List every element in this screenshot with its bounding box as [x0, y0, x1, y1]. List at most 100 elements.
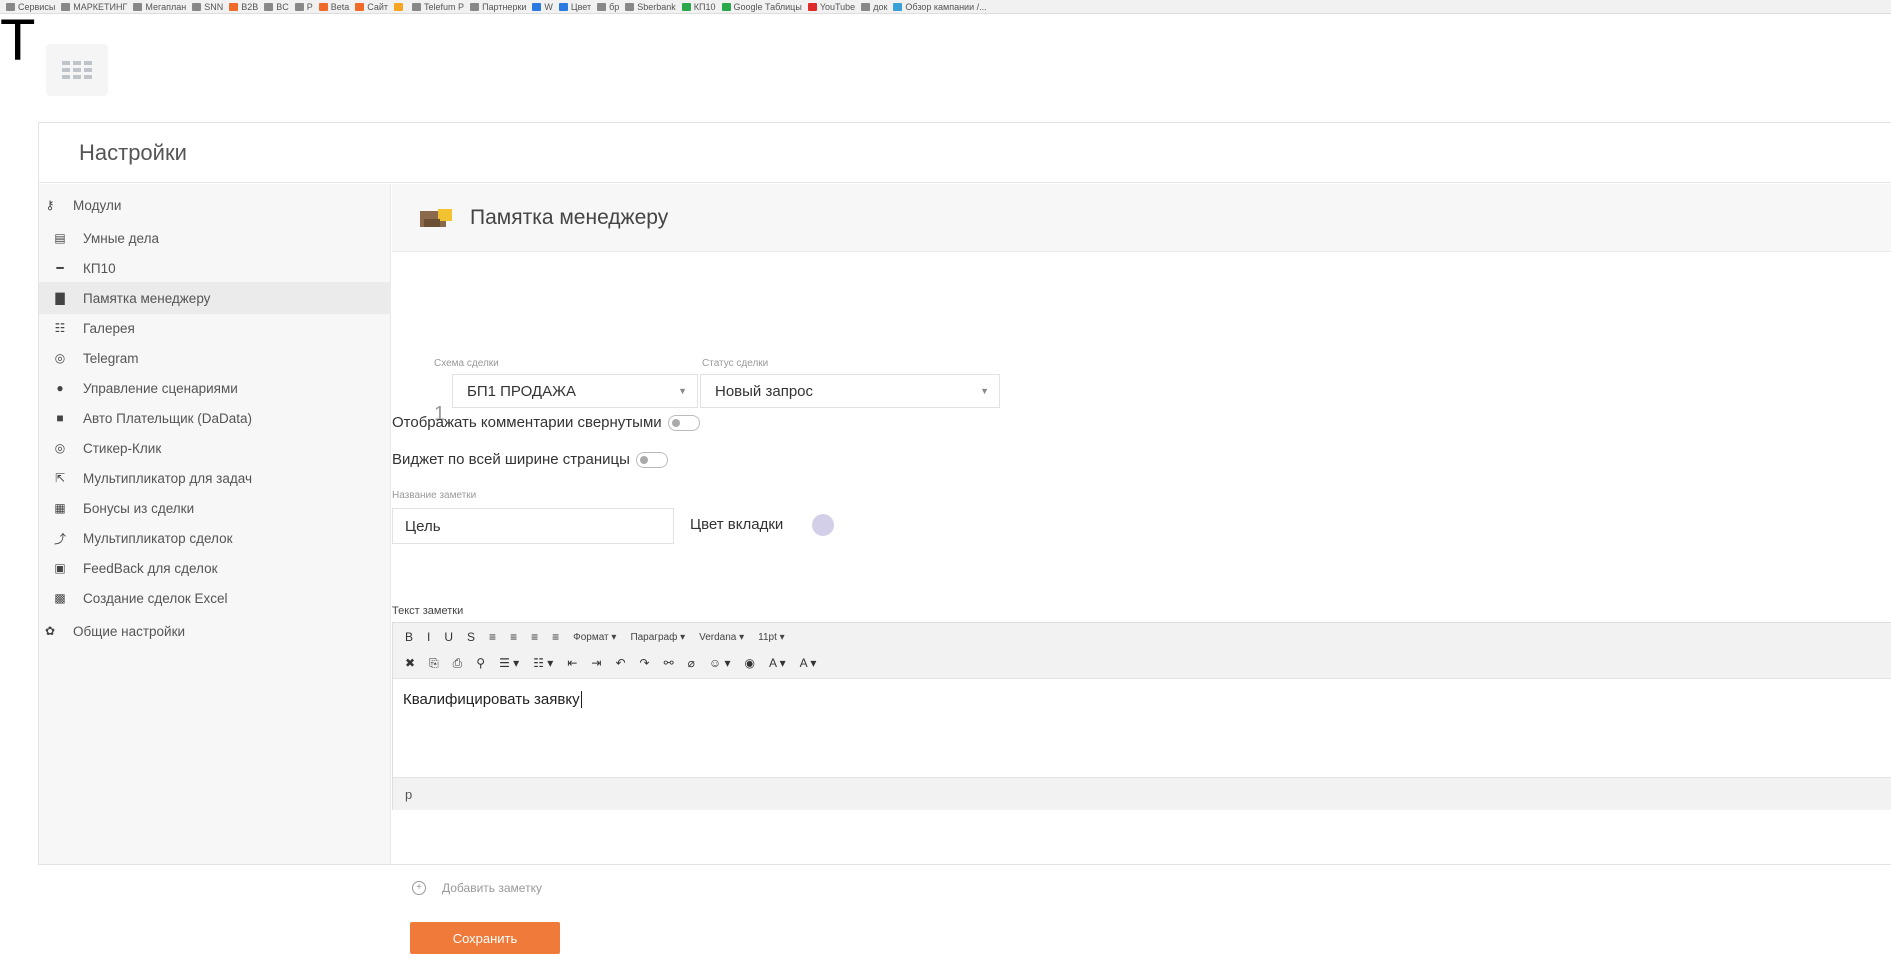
circle-icon: ● — [56, 381, 64, 395]
toolbar-button[interactable]: ⌀ — [688, 656, 695, 670]
sidebar-item-label: Памятка менеджеру — [83, 290, 211, 306]
bookmark-label: Мегаплан — [145, 2, 187, 12]
toolbar-button[interactable]: ≡ — [531, 630, 538, 644]
sidebar-item-label: КП10 — [83, 260, 116, 276]
sidebar-item-2[interactable]: ━ КП10 — [39, 252, 391, 284]
bookmark-item[interactable]: Beta — [318, 0, 349, 13]
bookmark-item[interactable]: Мегаплан — [133, 0, 187, 13]
toolbar-button[interactable]: ☰ ▾ — [499, 656, 519, 670]
sidebar-item-label: Создание сделок Excel — [83, 590, 228, 606]
bookmark-item[interactable]: Sberbank — [625, 0, 676, 13]
toolbar-button[interactable]: ✖ — [405, 656, 415, 670]
toggle-collapsed-row: Отображать комментарии свернутыми — [392, 414, 700, 431]
toolbar-button[interactable]: ⚯ — [664, 656, 674, 670]
bookmark-item[interactable]: Партнерки — [470, 0, 526, 13]
bookmark-item[interactable]: Telefum P — [412, 0, 464, 13]
bookmark-icon — [412, 3, 422, 11]
bookmark-item[interactable]: КП10 — [681, 0, 716, 13]
bookmark-item[interactable]: МАРКЕТИНГ — [61, 0, 127, 13]
bookmark-item[interactable]: YouTube — [807, 0, 855, 13]
bookmark-icon — [721, 3, 731, 11]
sidebar-item-6[interactable]: ● Управление сценариями — [39, 372, 391, 404]
sidebar-item-3[interactable]: ▇ Памятка менеджеру — [39, 282, 391, 314]
bookmark-item[interactable]: Сайт — [355, 0, 388, 13]
toolbar-button[interactable]: Формат ▾ — [573, 632, 616, 643]
toolbar-button[interactable]: B — [405, 630, 413, 644]
toolbar-button[interactable]: ◉ — [744, 656, 754, 670]
sidebar-item-label: Авто Плательщик (DaData) — [83, 410, 253, 426]
key-icon: ⚷ — [45, 198, 55, 212]
apps-grid-button[interactable] — [46, 44, 108, 96]
toggle-collapsed-label: Отображать комментарии свернутыми — [392, 414, 662, 431]
toggle-fullwidth-row: Виджет по всей ширине страницы — [392, 451, 668, 468]
toolbar-button[interactable]: ⎙ — [453, 656, 463, 671]
sidebar-item-8[interactable]: ◎ Стикер-Клик — [39, 432, 391, 464]
bookmark-item[interactable] — [394, 0, 406, 13]
bookmark-icon — [807, 3, 817, 11]
bookmark-item[interactable]: B2B — [229, 0, 258, 13]
toolbar-button[interactable]: ⇤ — [567, 656, 577, 670]
chevron-down-icon: ▼ — [678, 386, 687, 396]
sidebar-item-10[interactable]: ▦ Бонусы из сделки — [39, 492, 391, 524]
sidebar-item-12[interactable]: ▣ FeedBack для сделок — [39, 552, 391, 584]
toolbar-button[interactable]: I — [427, 630, 430, 644]
status-select[interactable]: Новый запрос ▼ — [700, 374, 1000, 408]
bookmark-item[interactable]: Google Таблицы — [721, 0, 802, 13]
bookmark-item[interactable]: SNN — [192, 0, 223, 13]
toolbar-button[interactable]: Verdana ▾ — [699, 632, 744, 643]
sidebar: ⚷ Модули ▤ Умные дела ━ КП10 ▇ Памятка менеджер… — [39, 184, 391, 864]
scheme-select[interactable]: БП1 ПРОДАЖА ▼ — [452, 374, 698, 408]
sidebar-item-14[interactable]: ✿ Общие настройки — [39, 615, 391, 647]
bookmark-item[interactable]: W — [532, 0, 553, 13]
sidebar-item-9[interactable]: ⇱ Мультипликатор для задач — [39, 462, 391, 494]
toolbar-button[interactable]: U — [444, 630, 453, 644]
toolbar-button[interactable]: ⎘ — [429, 656, 439, 671]
toolbar-button[interactable]: ≡ — [552, 630, 559, 644]
bookmark-item[interactable]: Обзор кампании /... — [893, 0, 987, 13]
toolbar-row-1: B I U S ≡ ≡ ≡ ≡ Формат ▾ Параграф ▾ Verdana ▾ 11pt … — [405, 625, 799, 649]
toolbar-button[interactable]: ↶ — [615, 656, 625, 670]
bookmark-item[interactable]: BC — [264, 0, 289, 13]
sidebar-item-7[interactable]: ■ Авто Плательщик (DaData) — [39, 402, 391, 434]
note-name-label: Название заметки — [392, 490, 477, 501]
toolbar-button[interactable]: S — [467, 630, 475, 644]
toolbar-button[interactable]: A ▾ — [769, 656, 786, 670]
note-name-input[interactable]: Цель — [392, 508, 674, 544]
sidebar-item-5[interactable]: ◎ Telegram — [39, 342, 391, 374]
toolbar-button[interactable]: ↷ — [640, 656, 650, 670]
sidebar-item-11[interactable]: ⤴ Мультипликатор сделок — [39, 522, 391, 554]
toolbar-button[interactable]: ☺ ▾ — [709, 656, 731, 670]
bars-icon: ▤ — [54, 231, 66, 245]
bookmark-item[interactable]: док — [861, 0, 887, 13]
scheme-select-value: БП1 ПРОДАЖА — [467, 382, 576, 400]
toolbar-button[interactable]: ≡ — [510, 630, 517, 644]
toggle-collapsed-switch[interactable] — [667, 414, 700, 431]
toggle-fullwidth-switch[interactable] — [635, 451, 668, 468]
toolbar-button[interactable]: ⇥ — [591, 656, 601, 670]
bookmark-item[interactable]: бр — [597, 0, 619, 13]
toolbar-button[interactable]: ⚲ — [476, 656, 485, 670]
external-icon: ⇱ — [54, 471, 66, 485]
toolbar-button[interactable]: ≡ — [489, 630, 496, 644]
sidebar-item-1[interactable]: ▤ Умные дела — [39, 222, 391, 254]
bookmark-item[interactable]: Цвет — [558, 0, 591, 13]
bookmark-icon — [355, 3, 365, 11]
bookmark-label: Обзор кампании /... — [905, 2, 987, 12]
editor-text: Квалифицировать заявку — [403, 691, 580, 708]
sidebar-item-13[interactable]: ▩ Создание сделок Excel — [39, 582, 391, 614]
toolbar-button[interactable]: ☷ ▾ — [533, 656, 553, 670]
add-note-button[interactable]: + Добавить заметку — [412, 881, 542, 895]
sidebar-item-0[interactable]: ⚷ Модули — [39, 189, 391, 221]
bookmark-icon — [681, 3, 691, 11]
toolbar-button[interactable]: A ▾ — [800, 656, 817, 670]
sidebar-item-4[interactable]: ☷ Галерея — [39, 312, 391, 344]
save-button[interactable]: Сохранить — [410, 922, 560, 954]
bookmark-item[interactable]: P — [294, 0, 313, 13]
settings-frame: Настройки ⚷ Модули ▤ Умные дела ━ КП10 ▇ Памятк… — [38, 122, 1891, 954]
bookmark-icon — [532, 3, 542, 11]
editor-body[interactable]: Квалифицировать заявку — [393, 679, 1891, 777]
toolbar-button[interactable]: 11pt ▾ — [758, 632, 785, 643]
tab-color-picker[interactable] — [812, 514, 834, 536]
sidebar-item-label: Мультипликатор сделок — [83, 530, 233, 546]
toolbar-button[interactable]: Параграф ▾ — [630, 632, 685, 643]
